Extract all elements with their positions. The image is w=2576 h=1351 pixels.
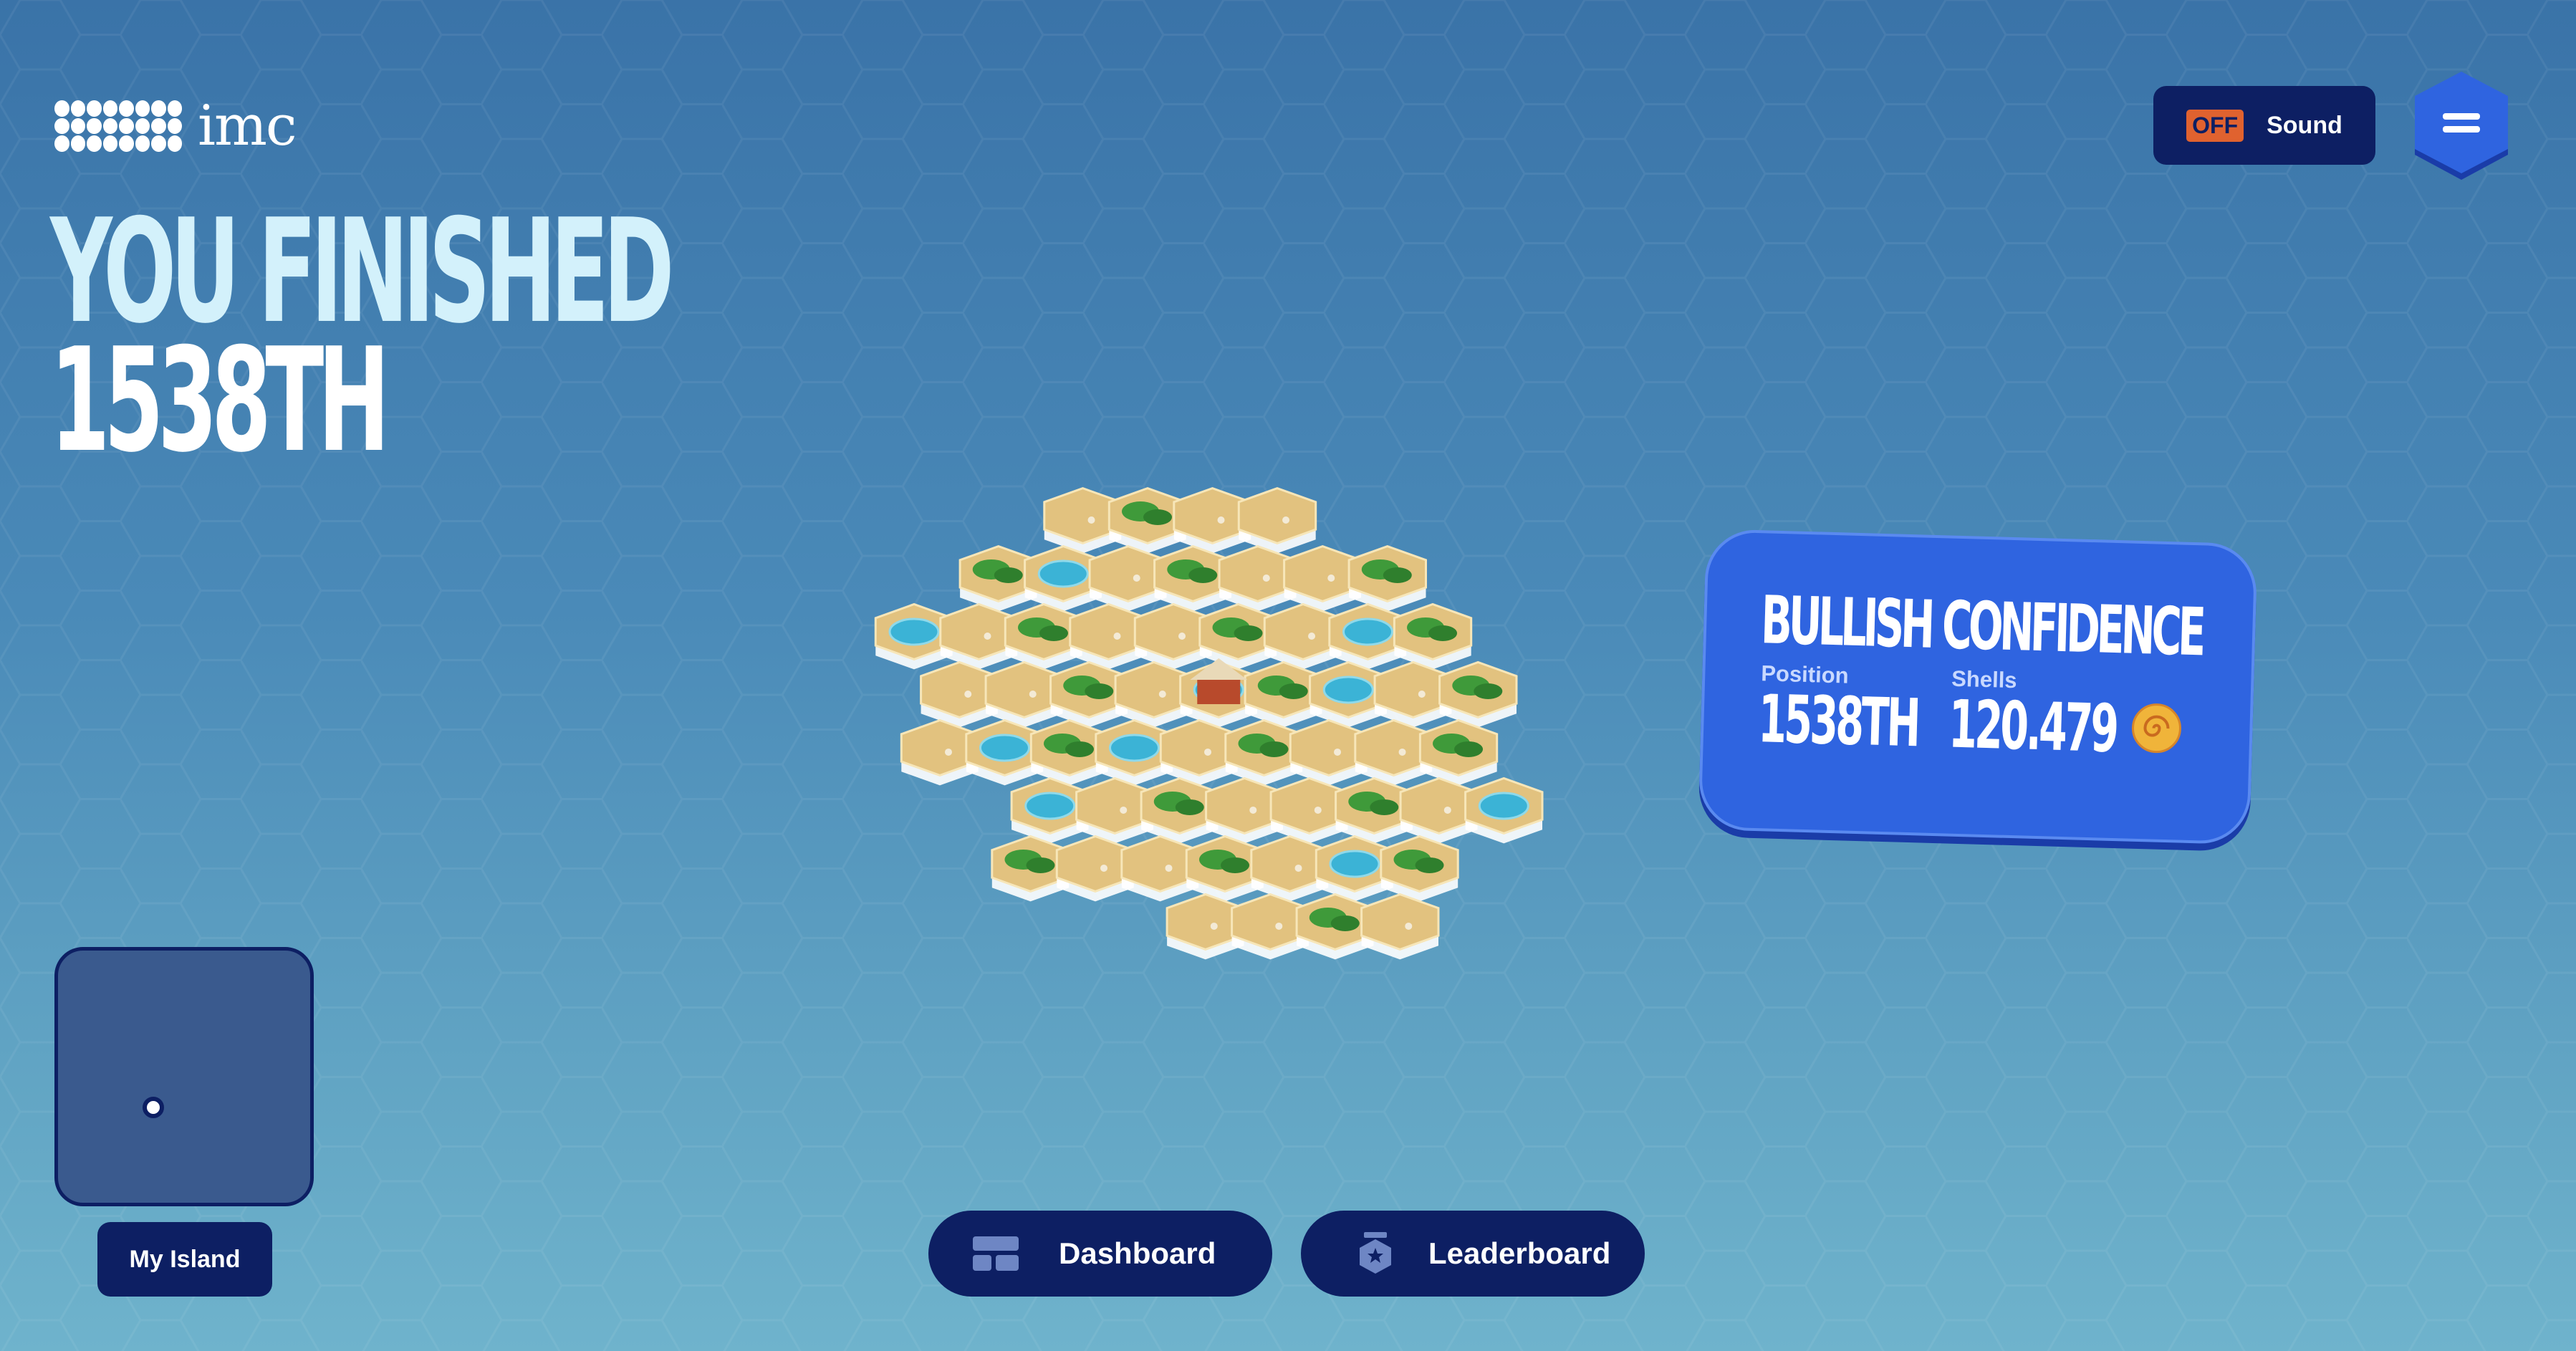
shells-value: 120.479 <box>1948 686 2118 768</box>
sound-state-badge: OFF <box>2186 109 2244 142</box>
imc-logo: imc <box>54 94 297 158</box>
menu-button[interactable] <box>2411 69 2512 183</box>
palm-tree <box>1221 857 1250 873</box>
dashboard-button[interactable]: Dashboard <box>928 1211 1272 1297</box>
palm-tree <box>1026 857 1055 873</box>
sand-rock <box>964 690 972 698</box>
dashboard-label: Dashboard <box>1059 1236 1216 1270</box>
palm-tree <box>1370 799 1399 815</box>
palm-tree <box>1143 509 1173 525</box>
shell-icon <box>2131 703 2181 754</box>
sand-rock <box>1133 574 1140 582</box>
palm-tree <box>1085 683 1114 699</box>
palm-tree <box>1039 625 1069 641</box>
result-card: BULLISH CONFIDENCE Position Shells 1538T… <box>1698 529 2258 845</box>
palm-tree <box>1454 741 1484 757</box>
pool-tile <box>1342 617 1394 646</box>
result-headline: YOU FINISHED 1538TH <box>50 201 675 484</box>
palm-tree <box>1474 683 1503 699</box>
pool-tile <box>1478 792 1529 820</box>
minimap[interactable] <box>54 947 314 1206</box>
sound-label: Sound <box>2267 111 2342 139</box>
sand-rock <box>1405 922 1413 930</box>
medal-icon <box>1360 1232 1391 1274</box>
logo-text: imc <box>198 94 297 158</box>
my-island-button[interactable]: My Island <box>97 1222 272 1297</box>
dashboard-icon <box>973 1236 1019 1271</box>
sand-rock <box>984 632 991 640</box>
sand-rock <box>1158 690 1166 698</box>
sand-rock <box>1204 748 1212 756</box>
sand-rock <box>1418 690 1426 698</box>
sand-rock <box>1327 574 1335 582</box>
sand-rock <box>1314 806 1322 814</box>
position-value: 1538TH <box>1757 681 1920 762</box>
sand-rock <box>1217 516 1225 524</box>
palm-tree <box>1415 857 1444 873</box>
palm-tree <box>1065 741 1095 757</box>
sand-rock <box>1334 748 1342 756</box>
sand-rock <box>1308 632 1316 640</box>
pool-tile <box>1037 559 1089 588</box>
sand-rock <box>1282 516 1290 524</box>
pool-tile <box>888 617 940 646</box>
palm-tree <box>1188 567 1218 583</box>
sand-rock <box>1087 516 1095 524</box>
sand-rock <box>1398 748 1406 756</box>
pool-tile <box>979 734 1031 762</box>
sand-rock <box>1178 632 1186 640</box>
palm-tree <box>1330 915 1360 931</box>
hut <box>1197 679 1241 704</box>
island-illustration <box>874 487 1544 960</box>
sand-rock <box>1113 632 1121 640</box>
sound-toggle-button[interactable]: OFF Sound <box>2153 86 2375 165</box>
leaderboard-label: Leaderboard <box>1428 1236 1611 1270</box>
pool-tile <box>1322 676 1374 704</box>
sand-rock <box>1120 806 1128 814</box>
headline-rank: 1538TH <box>50 317 390 484</box>
dot-grid-logo-icon <box>54 100 182 152</box>
pool-tile <box>1109 734 1160 762</box>
sand-rock <box>1249 806 1257 814</box>
sand-rock <box>1029 690 1037 698</box>
pool-tile <box>1329 850 1380 878</box>
sand-rock <box>945 748 952 756</box>
pool-tile <box>1024 792 1076 820</box>
palm-tree <box>1428 625 1458 641</box>
leaderboard-button[interactable]: Leaderboard <box>1301 1211 1645 1297</box>
palm-tree <box>1259 741 1289 757</box>
sand-rock <box>1275 922 1283 930</box>
palm-tree <box>994 567 1023 583</box>
palm-tree <box>1279 683 1308 699</box>
palm-tree <box>1383 567 1412 583</box>
palm-tree <box>1234 625 1263 641</box>
palm-tree <box>1175 799 1204 815</box>
sand-rock <box>1443 806 1451 814</box>
sand-rock <box>1210 922 1218 930</box>
minimap-player-marker <box>143 1097 164 1118</box>
sand-rock <box>1165 864 1173 872</box>
sand-rock <box>1262 574 1270 582</box>
sand-rock <box>1294 864 1302 872</box>
card-title: BULLISH CONFIDENCE <box>1759 582 2203 671</box>
sand-rock <box>1100 864 1108 872</box>
